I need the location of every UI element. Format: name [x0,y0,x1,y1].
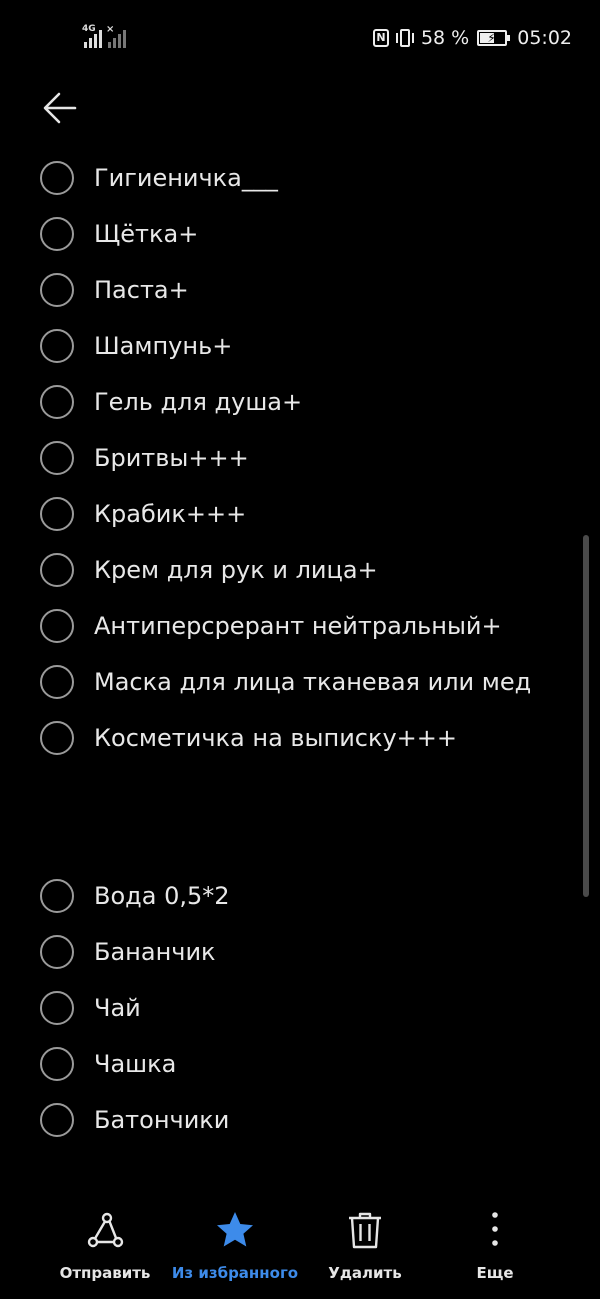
checklist-item[interactable]: Крабик+++ [40,486,246,542]
checklist-item[interactable]: Косметичка на выписку+++ [40,710,457,766]
checkbox-circle-icon[interactable] [40,935,74,969]
checklist-item-label: Чай [94,994,141,1022]
more-button[interactable]: Еще [420,1210,570,1290]
checklist-item-label: Шампунь+ [94,332,233,360]
battery-percent: 58 % [420,27,470,49]
checkbox-circle-icon[interactable] [40,721,74,755]
vibrate-icon [395,29,415,47]
more-vertical-icon [475,1210,515,1250]
checklist-item-label: Бананчик [94,938,216,966]
checklist-item[interactable]: Маска для лица тканевая или мед [40,654,531,710]
checklist-item-label: Гель для душа+ [94,388,303,416]
checkbox-circle-icon[interactable] [40,273,74,307]
checklist-item-label: Щётка+ [94,220,199,248]
nfc-icon: N [372,29,389,47]
checklist-item[interactable]: Паста+ [40,262,189,318]
share-label: Отправить [59,1264,151,1282]
share-button[interactable]: Отправить [30,1210,180,1290]
status-right: N 58 % ⚡ 05:02 [372,26,572,50]
scrollbar[interactable] [583,535,589,897]
checklist-item[interactable]: Шампунь+ [40,318,232,374]
checklist-item-label: Бритвы+++ [94,444,249,472]
checklist-item[interactable]: Чашка [40,1036,176,1092]
checkbox-circle-icon[interactable] [40,1047,74,1081]
status-bar: 4G × N 58 % ⚡ 05:02 [0,0,600,76]
network-type: 4G [82,24,96,34]
checkbox-circle-icon[interactable] [40,497,74,531]
checklist-item-label: Вода 0,5*2 [94,882,230,910]
star-icon [215,1210,255,1250]
bottom-toolbar: Отправить Из избранного Удалить Еще [0,1210,600,1299]
checkbox-circle-icon[interactable] [40,609,74,643]
share-icon [85,1210,125,1250]
checklist-item-label: Батончики [94,1106,230,1134]
checklist-item[interactable]: Гигиеничка___ [40,150,278,206]
checklist-item-label: Чашка [94,1050,177,1078]
checkbox-circle-icon[interactable] [40,991,74,1025]
checklist-item-label: Антиперсрерант нейтральный+ [94,612,502,640]
checklist-item[interactable]: Бритвы+++ [40,430,249,486]
checklist-item-label: Маска для лица тканевая или мед [94,668,532,696]
checklist-item[interactable]: Щётка+ [40,206,198,262]
checkbox-circle-icon[interactable] [40,553,74,587]
favorite-label: Из избранного [171,1264,299,1282]
checklist-item[interactable]: Антиперсрерант нейтральный+ [40,598,502,654]
checkbox-circle-icon[interactable] [40,161,74,195]
checkbox-circle-icon[interactable] [40,329,74,363]
checklist-item-label: Крем для рук и лица+ [94,556,378,584]
checklist-item[interactable]: Бананчик [40,924,216,980]
signal-no-service-icon: × [106,24,126,48]
checkbox-circle-icon[interactable] [40,665,74,699]
trash-icon [345,1210,385,1250]
checkbox-circle-icon[interactable] [40,879,74,913]
checkbox-circle-icon[interactable] [40,385,74,419]
back-button[interactable] [36,84,84,132]
checklist-item[interactable]: Крем для рук и лица+ [40,542,378,598]
checklist-item-label: Крабик+++ [94,500,247,528]
delete-label: Удалить [328,1264,402,1282]
checklist-item-label: Паста+ [94,276,189,304]
checklist-item-label: Гигиеничка___ [94,164,278,192]
battery-charging-icon: ⚡ [477,30,511,46]
arrow-left-icon [43,92,77,124]
more-label: Еще [476,1264,514,1282]
clock: 05:02 [517,27,572,49]
checkbox-circle-icon[interactable] [40,1103,74,1137]
favorite-button[interactable]: Из избранного [160,1210,310,1290]
signal-group: 4G × [82,24,126,48]
checklist-item[interactable]: Чай [40,980,141,1036]
checklist-item-label: Косметичка на выписку+++ [94,724,458,752]
checkbox-circle-icon[interactable] [40,217,74,251]
checkbox-circle-icon[interactable] [40,441,74,475]
checklist-item[interactable]: Батончики [40,1092,229,1148]
checklist-item[interactable]: Вода 0,5*2 [40,868,230,924]
checklist-item[interactable]: Гель для душа+ [40,374,302,430]
delete-button[interactable]: Удалить [290,1210,440,1290]
